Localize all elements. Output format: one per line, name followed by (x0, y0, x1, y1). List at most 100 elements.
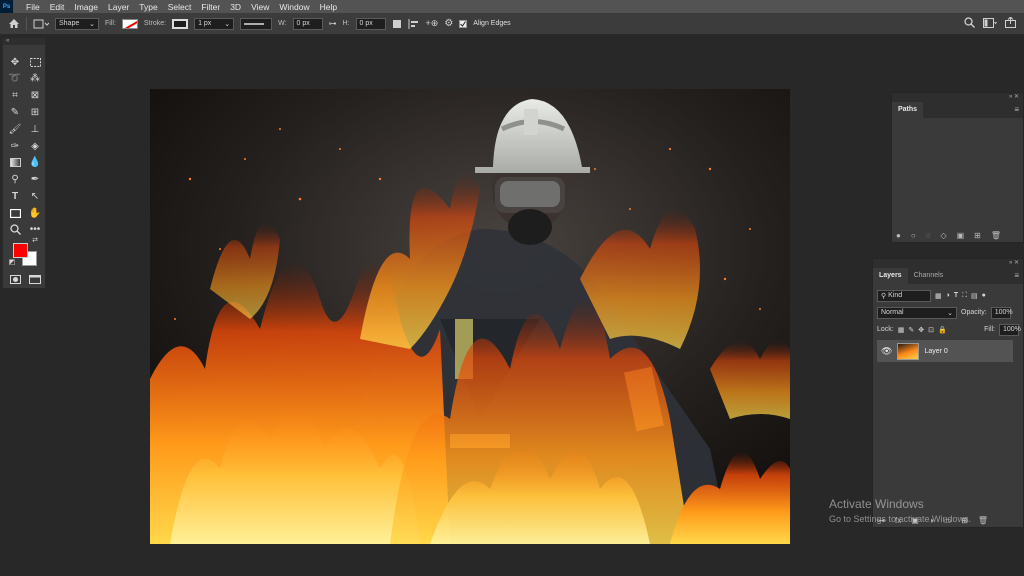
menu-filter[interactable]: Filter (196, 2, 225, 12)
menu-file[interactable]: File (21, 2, 45, 12)
eyedropper-icon[interactable]: ✎ (7, 105, 23, 120)
link-icon[interactable]: ⊶ (329, 19, 337, 28)
hand-icon[interactable]: ✋ (27, 206, 43, 221)
collapse-icon[interactable]: » ✕ (892, 93, 1023, 101)
blend-mode-value: Normal (881, 309, 904, 316)
collapse-icon[interactable]: « (3, 38, 45, 45)
tab-layers[interactable]: Layers (873, 268, 908, 284)
panel-menu-icon[interactable]: ≡ (1014, 105, 1019, 114)
tab-channels[interactable]: Channels (908, 268, 950, 284)
width-label: W: (278, 20, 287, 27)
spot-healing-icon[interactable]: ⊞ (27, 105, 43, 120)
paths-footer: ● ○ ◌ ◇ ▣ ⊞ 🗑 (892, 228, 1023, 242)
foreground-color-swatch[interactable] (13, 243, 28, 258)
collapse-icon[interactable]: » ✕ (873, 259, 1023, 267)
watermark-title: Activate Windows (829, 497, 924, 511)
screen-mode-icon[interactable] (27, 272, 43, 287)
opacity-field[interactable]: 100% (990, 306, 1013, 319)
lasso-icon[interactable]: ➰ (7, 71, 23, 86)
pen-icon[interactable]: ✒ (27, 172, 43, 187)
eraser-icon[interactable]: ◈ (27, 139, 43, 154)
rectangular-marquee-icon[interactable] (27, 55, 43, 70)
menu-help[interactable]: Help (315, 2, 342, 12)
menu-select[interactable]: Select (163, 2, 197, 12)
menu-view[interactable]: View (246, 2, 274, 12)
delete-path-icon[interactable]: 🗑 (991, 231, 1001, 240)
filter-smart-object-icon[interactable]: ▤ (971, 292, 978, 300)
menu-window[interactable]: Window (274, 2, 314, 12)
swap-colors-icon[interactable]: ⇄ (31, 236, 39, 244)
filter-adjustment-icon[interactable]: ◑ (946, 292, 950, 299)
tab-paths[interactable]: Paths (892, 102, 924, 118)
add-mask-icon[interactable]: ▣ (957, 231, 965, 240)
fill-path-icon[interactable]: ● (896, 231, 901, 240)
brush-icon[interactable]: 🖌 (7, 122, 23, 137)
delete-layer-icon[interactable]: 🗑 (978, 516, 988, 525)
align-edges-checkbox[interactable] (459, 19, 468, 28)
default-colors-icon[interactable]: ◩ (8, 258, 16, 266)
eye-icon[interactable]: 👁 (881, 346, 892, 357)
layer-row[interactable]: 👁 Layer 0 (877, 340, 1013, 362)
stroke-swatch[interactable] (172, 18, 189, 29)
quick-mask-icon[interactable] (7, 272, 23, 287)
more-tools-icon[interactable]: ••• (27, 222, 43, 237)
width-field[interactable]: 0 px (292, 17, 323, 30)
width-value: 0 px (296, 20, 310, 27)
mode-select[interactable]: Shape ⌄ (55, 17, 99, 30)
paths-panel: » ✕ Paths ≡ ● ○ ◌ ◇ ▣ ⊞ 🗑 (891, 92, 1024, 243)
menu-image[interactable]: Image (69, 2, 103, 12)
gradient-icon[interactable] (7, 155, 23, 170)
crop-icon[interactable]: ⌗ (7, 88, 23, 103)
layer-name[interactable]: Layer 0 (924, 348, 947, 355)
blend-mode-select[interactable]: Normal ⌄ (877, 306, 957, 319)
photoshop-logo: Ps (0, 0, 13, 13)
filter-pixel-icon[interactable]: ▦ (935, 292, 942, 300)
fill-swatch[interactable] (121, 18, 138, 29)
menu-type[interactable]: Type (134, 2, 162, 12)
dodge-icon[interactable]: ⚲ (7, 172, 23, 187)
move-tool-icon[interactable]: ✥ (7, 55, 23, 70)
filter-shape-icon[interactable]: ⛶ (962, 292, 967, 300)
search-icon[interactable] (964, 17, 975, 28)
tool-preset-icon[interactable] (33, 19, 49, 29)
filter-toggle[interactable]: ● (982, 292, 986, 299)
make-work-path-icon[interactable]: ◇ (940, 231, 946, 240)
lock-transparency-icon[interactable]: ▦ (898, 326, 905, 334)
type-tool-icon[interactable]: T (7, 189, 23, 204)
height-field[interactable]: 0 px (355, 17, 386, 30)
fill-field[interactable]: 100% (999, 323, 1021, 336)
clone-stamp-icon[interactable]: ⊥ (27, 122, 43, 137)
frame-icon[interactable]: ⊠ (27, 88, 43, 103)
home-icon[interactable] (8, 18, 20, 29)
new-path-icon[interactable]: ⊞ (974, 231, 981, 240)
lock-image-icon[interactable]: ✎ (908, 326, 914, 334)
filter-kind-select[interactable]: ⚲ Kind (877, 289, 931, 302)
panel-menu-icon[interactable]: ≡ (1014, 271, 1019, 280)
path-selection-icon[interactable]: ↖ (27, 189, 43, 204)
load-selection-icon[interactable]: ◌ (926, 231, 931, 240)
lock-all-icon[interactable]: 🔒 (938, 326, 947, 334)
lock-position-icon[interactable]: ✥ (918, 326, 924, 334)
menu-edit[interactable]: Edit (45, 2, 70, 12)
path-alignment-icon[interactable] (408, 18, 420, 29)
zoom-icon[interactable] (7, 222, 23, 237)
blur-icon[interactable]: 💧 (27, 155, 43, 170)
magic-wand-icon[interactable]: ⁂ (27, 71, 43, 86)
stroke-type-select[interactable] (240, 17, 273, 30)
lock-artboard-icon[interactable]: ⊡ (928, 326, 934, 334)
stroke-path-icon[interactable]: ○ (911, 231, 916, 240)
divider (26, 16, 27, 31)
path-arrangement-icon[interactable]: +⊕ (426, 18, 439, 29)
document-canvas[interactable] (150, 89, 790, 544)
gear-icon[interactable]: ⚙ (444, 18, 453, 29)
path-operations-icon[interactable] (392, 19, 402, 29)
menu-layer[interactable]: Layer (103, 2, 134, 12)
menu-3d[interactable]: 3D (225, 2, 246, 12)
history-brush-icon[interactable]: ✑ (7, 139, 23, 154)
stroke-width-field[interactable]: 1 px ⌄ (194, 17, 235, 30)
share-icon[interactable] (1005, 17, 1016, 28)
workspace-icon[interactable] (983, 17, 997, 28)
activate-windows-watermark: Activate Windows Go to Settings to activ… (829, 497, 971, 524)
rectangle-tool-icon[interactable] (7, 206, 23, 221)
filter-type-icon[interactable]: T (954, 292, 958, 299)
